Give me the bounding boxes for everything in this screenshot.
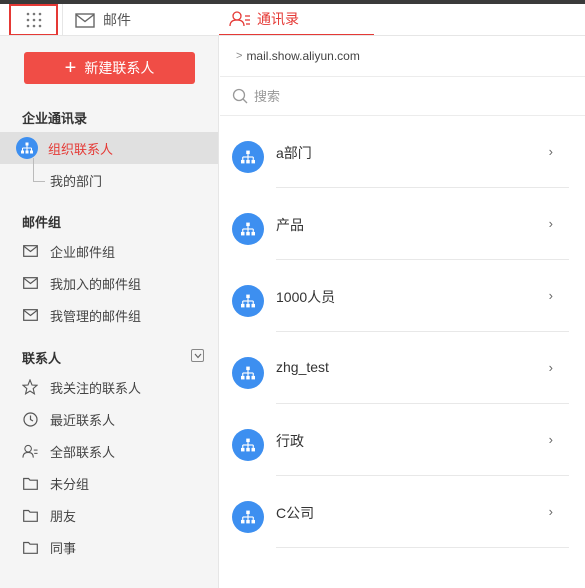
chevron-right-icon: ›: [548, 432, 553, 447]
department-name: 行政: [276, 433, 304, 449]
section-enterprise-directory: 企业通讯录: [22, 111, 88, 126]
org-tree-icon: [232, 429, 264, 461]
org-tree-icon: [232, 285, 264, 317]
chevron-right-icon: ›: [548, 288, 553, 303]
sidebar-item-label: 最近联系人: [50, 412, 116, 428]
tab-contacts[interactable]: 通讯录: [219, 4, 374, 36]
envelope-icon: [22, 275, 38, 291]
envelope-icon: [22, 243, 38, 259]
sidebar-item-label: 企业邮件组: [50, 244, 116, 260]
list-item-department[interactable]: zhg_test ›: [220, 332, 585, 404]
sidebar-item-enterprise-mailgroup[interactable]: 企业邮件组: [0, 235, 218, 267]
org-tree-icon: [232, 501, 264, 533]
chevron-right-icon: ›: [548, 360, 553, 375]
sidebar-item-label: 未分组: [50, 476, 90, 492]
new-contact-label: 新建联系人: [84, 60, 155, 76]
chevron-right-icon: ›: [548, 144, 553, 159]
chevron-right-icon: >: [236, 50, 243, 62]
row-divider: [276, 547, 569, 548]
chevron-down-icon: [194, 353, 201, 358]
org-tree-icon: [232, 357, 264, 389]
sidebar-item-starred-contacts[interactable]: 我关注的联系人: [0, 371, 218, 403]
tab-contacts-label: 通讯录: [257, 11, 299, 27]
sidebar-item-label: 我加入的邮件组: [50, 276, 142, 292]
star-icon: [22, 379, 38, 395]
sidebar-item-org-contacts-label: 组织联系人: [48, 141, 114, 157]
grid-icon: [26, 12, 41, 28]
person-icon: [22, 443, 38, 459]
search-input[interactable]: [254, 88, 554, 104]
list-item-department[interactable]: a部门 ›: [220, 116, 585, 188]
sidebar-item-label: 我管理的邮件组: [50, 308, 142, 324]
section-contacts: 联系人: [22, 351, 62, 366]
sidebar-item-label: 我关注的联系人: [50, 380, 142, 396]
breadcrumb[interactable]: > mail.show.aliyun.com: [220, 36, 585, 77]
apps-grid-button[interactable]: [9, 4, 58, 36]
sidebar-item-recent-contacts[interactable]: 最近联系人: [0, 403, 218, 435]
search-bar: [220, 77, 585, 116]
envelope-icon: [75, 12, 95, 28]
folder-icon: [22, 539, 38, 555]
list-item-department[interactable]: C公司 ›: [220, 476, 585, 548]
list-item-department[interactable]: 1000人员 ›: [220, 260, 585, 332]
sidebar-item-ungrouped[interactable]: 未分组: [0, 467, 218, 499]
department-name: C公司: [276, 505, 315, 521]
org-tree-icon: [232, 141, 264, 173]
search-icon: [232, 88, 248, 104]
list-item-department[interactable]: 行政 ›: [220, 404, 585, 476]
sidebar-item-label: 朋友: [50, 508, 77, 524]
sidebar-item-friends[interactable]: 朋友: [0, 499, 218, 531]
department-name: a部门: [276, 145, 312, 161]
new-contact-button[interactable]: + 新建联系人: [24, 52, 195, 84]
contacts-icon: [229, 11, 250, 27]
chevron-right-icon: ›: [548, 504, 553, 519]
tab-mail-label: 邮件: [103, 12, 131, 28]
sidebar-item-my-department[interactable]: 我的部门: [0, 164, 218, 196]
chevron-right-icon: ›: [548, 216, 553, 231]
sidebar-item-label: 同事: [50, 540, 77, 556]
sidebar-item-all-contacts[interactable]: 全部联系人: [0, 435, 218, 467]
collapse-contacts-button[interactable]: [191, 349, 204, 362]
department-name: 产品: [276, 217, 304, 233]
folder-icon: [22, 475, 38, 491]
clock-icon: [22, 411, 38, 427]
department-list: a部门 › 产品 › 1000人员 › zhg_test › 行政 › C公司 …: [220, 116, 585, 548]
section-mail-groups: 邮件组: [22, 215, 62, 230]
sidebar-item-joined-mailgroup[interactable]: 我加入的邮件组: [0, 267, 218, 299]
main-panel: > mail.show.aliyun.com a部门 › 产品 ›: [220, 36, 585, 588]
tab-mail[interactable]: 邮件: [62, 4, 218, 36]
sidebar-item-my-department-label: 我的部门: [50, 173, 103, 189]
plus-icon: +: [64, 57, 77, 79]
domain-label: mail.show.aliyun.com: [246, 49, 360, 63]
org-tree-icon: [16, 137, 38, 159]
department-name: 1000人员: [276, 289, 336, 305]
org-tree-icon: [232, 213, 264, 245]
department-name: zhg_test: [276, 359, 329, 375]
sidebar-item-colleagues[interactable]: 同事: [0, 531, 218, 563]
folder-icon: [22, 507, 38, 523]
sidebar: + 新建联系人 企业通讯录 组织联系人 我的部门 邮件组 企业邮件组 我加入的邮…: [0, 36, 219, 588]
list-item-department[interactable]: 产品 ›: [220, 188, 585, 260]
sidebar-item-managed-mailgroup[interactable]: 我管理的邮件组: [0, 299, 218, 331]
sidebar-item-label: 全部联系人: [50, 444, 116, 460]
envelope-icon: [22, 307, 38, 323]
